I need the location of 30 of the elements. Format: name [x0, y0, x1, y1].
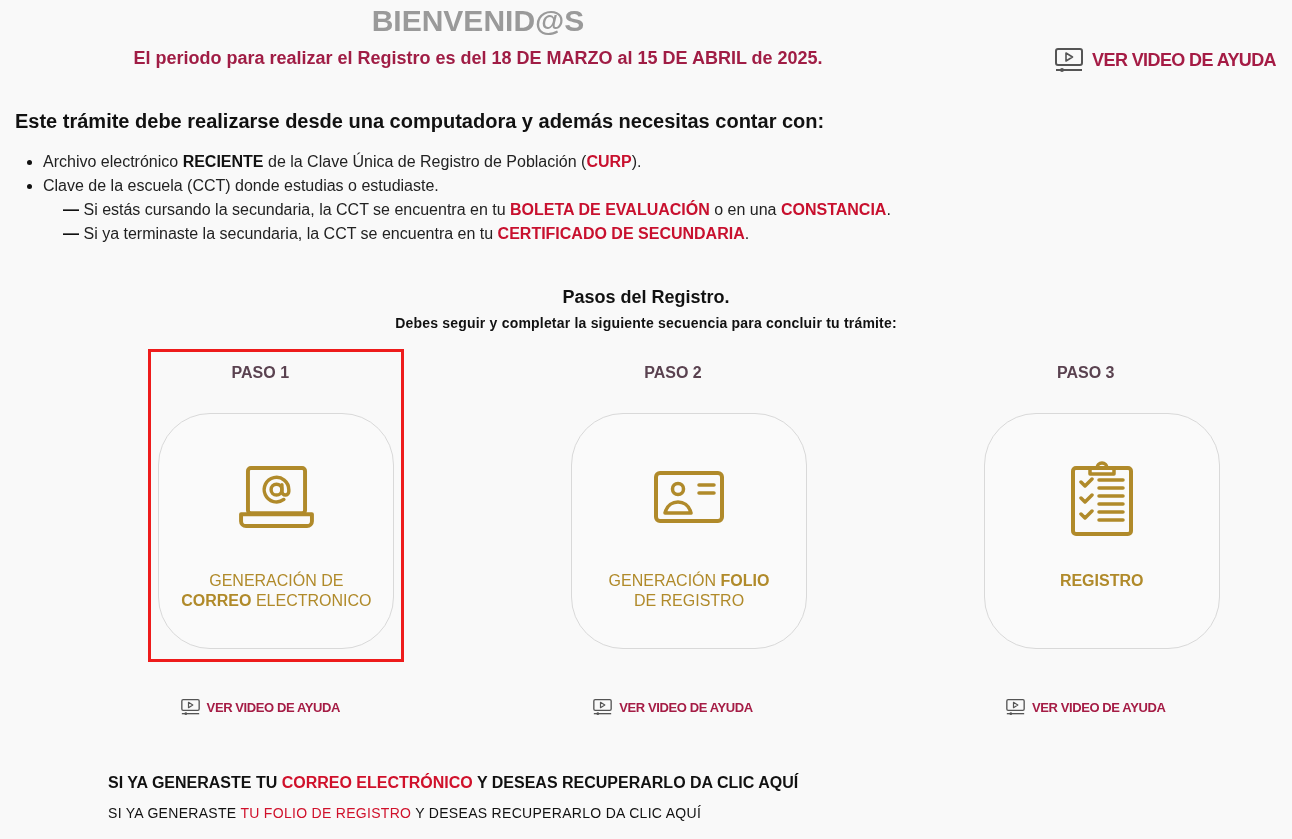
recovery-link[interactable]: SI YA GENERASTE TU FOLIO DE REGISTRO Y DESEAS RECUPERARLO DA CLIC AQUÍ: [108, 803, 702, 823]
welcome-title: BIENVENID@S: [370, 4, 586, 38]
requirements-heading: Este trámite debe realizarse desde una computadora y además necesitas contar con:: [15, 109, 826, 133]
video-icon: [180, 699, 200, 715]
video-icon: [593, 699, 613, 715]
laptop-at-icon: [238, 465, 314, 529]
id-card-icon: [654, 471, 724, 523]
help-video-link[interactable]: VER VIDEO DE AYUDA: [180, 697, 341, 717]
step-caption: GENERACIÓN DE CORREO ELECTRONICO: [181, 571, 372, 611]
requirement-detail: — Si ya terminaste la secundaria, la CCT se encuentra en tu CERTIFICADO DE SECUNDARIA.: [63, 224, 751, 244]
step-label: PASO 3: [1056, 364, 1115, 382]
video-icon: [1005, 699, 1025, 715]
period-notice: El periodo para realizar el Registro es del 18 DE MARZO al 15 DE ABRIL de 2025.: [132, 47, 824, 70]
help-video-link[interactable]: VER VIDEO DE AYUDA: [593, 697, 753, 717]
requirement-text: Archivo electrónico RECIENTE de la Clave Única de Registro de Población (CURP).: [43, 151, 642, 172]
requirement-text: Clave de la escuela (CCT) donde estudias o estudiaste.: [43, 176, 439, 196]
recovery-link[interactable]: SI YA GENERASTE TU CORREO ELECTRÓNICO Y DESEAS RECUPERARLO DA CLIC AQUÍ: [108, 772, 799, 794]
bullet-icon: [27, 183, 32, 189]
video-icon: [1055, 48, 1084, 72]
bullet-icon: [27, 159, 32, 165]
requirement-detail: — Si estás cursando la secundaria, la CCT se encuentra en tu BOLETA DE EVALUACIÓN o en una CONSTANCIA.: [63, 199, 892, 220]
step-label: PASO 1: [231, 364, 290, 382]
checklist-clipboard-icon: [1070, 458, 1133, 536]
steps-title: Pasos del Registro.: [561, 286, 731, 309]
help-video-link[interactable]: VER VIDEO DE AYUDA: [1005, 697, 1166, 717]
step-label: PASO 2: [644, 364, 702, 382]
help-video-link[interactable]: VER VIDEO DE AYUDA: [1055, 46, 1276, 74]
step-caption: REGISTRO: [1059, 571, 1144, 591]
step-caption: GENERACIÓN FOLIO DE REGISTRO: [608, 571, 770, 611]
steps-instructions: Debes seguir y completar la siguiente secuencia para concluir tu trámite:: [394, 314, 898, 333]
